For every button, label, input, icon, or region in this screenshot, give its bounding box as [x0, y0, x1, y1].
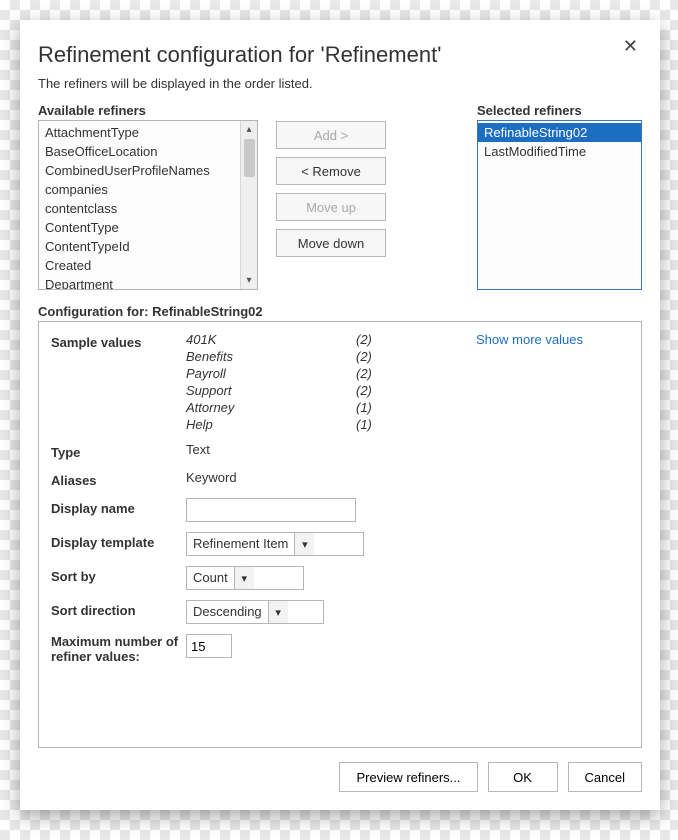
chevron-down-icon: ▾ [234, 567, 254, 589]
sample-value-name: Support [186, 383, 356, 398]
display-name-label: Display name [51, 498, 186, 516]
sort-by-label: Sort by [51, 566, 186, 584]
list-item[interactable]: ContentType [39, 218, 257, 237]
sample-value-name: Attorney [186, 400, 356, 415]
display-name-input[interactable] [186, 498, 356, 522]
list-item[interactable]: BaseOfficeLocation [39, 142, 257, 161]
scrollbar[interactable]: ▴ ▾ [240, 121, 257, 289]
list-item[interactable]: LastModifiedTime [478, 142, 641, 161]
dialog-title: Refinement configuration for 'Refinement… [38, 42, 642, 68]
cancel-button[interactable]: Cancel [568, 762, 642, 792]
sort-direction-label: Sort direction [51, 600, 186, 618]
max-values-label: Maximum number of refiner values: [51, 634, 186, 664]
sample-value-count: (1) [356, 400, 406, 415]
sample-value-count: (2) [356, 383, 406, 398]
list-item[interactable]: contentclass [39, 199, 257, 218]
list-item[interactable]: AttachmentType [39, 123, 257, 142]
list-item[interactable]: CombinedUserProfileNames [39, 161, 257, 180]
dialog-subtitle: The refiners will be displayed in the or… [38, 76, 642, 91]
sample-value-count: (2) [356, 349, 406, 364]
list-item[interactable]: ContentTypeId [39, 237, 257, 256]
refiner-picker: Available refiners AttachmentType BaseOf… [38, 103, 642, 290]
sample-value-count: (2) [356, 332, 406, 347]
list-item[interactable]: Department [39, 275, 257, 290]
scroll-thumb[interactable] [244, 139, 255, 177]
aliases-value: Keyword [186, 470, 237, 485]
add-button[interactable]: Add > [276, 121, 386, 149]
selected-listbox[interactable]: RefinableString02 LastModifiedTime [477, 120, 642, 290]
scroll-down-icon[interactable]: ▾ [241, 272, 257, 289]
select-value: Descending [187, 601, 268, 623]
sort-direction-select[interactable]: Descending ▾ [186, 600, 324, 624]
move-button-group: Add > < Remove Move up Move down [276, 121, 386, 257]
chevron-down-icon: ▾ [294, 533, 314, 555]
move-up-button[interactable]: Move up [276, 193, 386, 221]
select-value: Count [187, 567, 234, 589]
sample-value-name: Benefits [186, 349, 356, 364]
sample-value-name: Payroll [186, 366, 356, 381]
type-value: Text [186, 442, 210, 457]
list-item[interactable]: Created [39, 256, 257, 275]
sample-values-table: 401K (2) Benefits (2) Payroll (2) Suppor… [186, 332, 406, 432]
available-heading: Available refiners [38, 103, 266, 118]
config-panel: Sample values 401K (2) Benefits (2) Payr… [38, 321, 642, 748]
scroll-up-icon[interactable]: ▴ [241, 121, 257, 138]
config-heading: Configuration for: RefinableString02 [38, 304, 642, 319]
sample-value-count: (1) [356, 417, 406, 432]
list-item[interactable]: companies [39, 180, 257, 199]
display-template-label: Display template [51, 532, 186, 550]
sort-by-select[interactable]: Count ▾ [186, 566, 304, 590]
sample-value-count: (2) [356, 366, 406, 381]
sample-value-name: Help [186, 417, 356, 432]
preview-button[interactable]: Preview refiners... [339, 762, 477, 792]
close-icon[interactable]: ✕ [623, 36, 638, 57]
show-more-link[interactable]: Show more values [476, 332, 583, 347]
chevron-down-icon: ▾ [268, 601, 288, 623]
ok-button[interactable]: OK [488, 762, 558, 792]
dialog-footer: Preview refiners... OK Cancel [38, 762, 642, 792]
max-values-input[interactable] [186, 634, 232, 658]
display-template-select[interactable]: Refinement Item ▾ [186, 532, 364, 556]
dialog-window: ✕ Refinement configuration for 'Refineme… [20, 20, 660, 810]
selected-heading: Selected refiners [477, 103, 642, 118]
sample-value-name: 401K [186, 332, 356, 347]
sample-values-label: Sample values [51, 332, 186, 350]
select-value: Refinement Item [187, 533, 294, 555]
type-label: Type [51, 442, 186, 460]
available-listbox[interactable]: AttachmentType BaseOfficeLocation Combin… [38, 120, 258, 290]
list-item[interactable]: RefinableString02 [478, 123, 641, 142]
move-down-button[interactable]: Move down [276, 229, 386, 257]
aliases-label: Aliases [51, 470, 186, 488]
remove-button[interactable]: < Remove [276, 157, 386, 185]
